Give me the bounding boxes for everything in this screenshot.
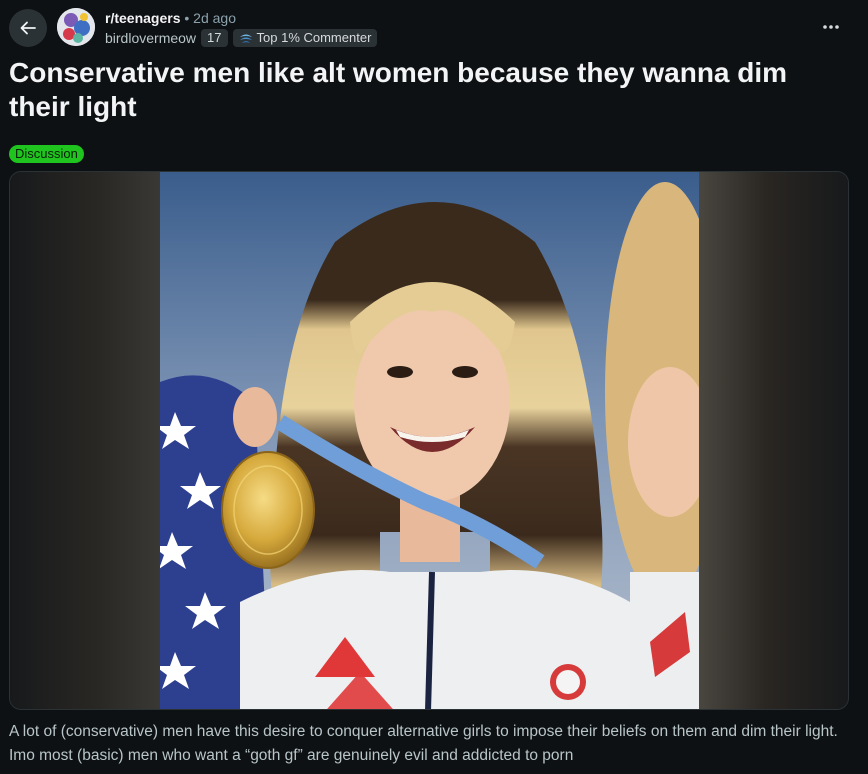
subreddit-link[interactable]: r/teenagers <box>105 10 180 26</box>
post-time: 2d ago <box>193 10 236 26</box>
user-flair-label: Top 1% Commenter <box>256 30 372 45</box>
meta-separator: • <box>184 10 190 26</box>
post-image-container[interactable] <box>9 171 849 710</box>
more-options-button[interactable] <box>816 14 846 40</box>
post-image[interactable] <box>160 172 699 709</box>
post-meta-top: r/teenagers • 2d ago <box>105 9 236 27</box>
back-button[interactable] <box>9 9 47 47</box>
post-header: r/teenagers • 2d ago birdlovermeow 17 To… <box>0 0 868 52</box>
commenter-badge-icon <box>239 32 253 44</box>
arrow-left-icon <box>20 21 36 35</box>
subreddit-avatar[interactable] <box>57 8 95 46</box>
more-horizontal-icon <box>823 25 839 29</box>
user-flair-badge: Top 1% Commenter <box>232 29 378 47</box>
image-blur-backdrop-left <box>10 172 160 709</box>
post-meta-author: birdlovermeow 17 Top 1% Commenter <box>105 28 378 48</box>
karma-badge: 17 <box>201 29 228 47</box>
author-username[interactable]: birdlovermeow <box>105 28 196 48</box>
post-flair-tag[interactable]: Discussion <box>9 145 84 163</box>
post-title[interactable]: Conservative men like alt women because … <box>9 56 849 124</box>
image-blur-backdrop-right <box>698 172 848 709</box>
post-body-text: A lot of (conservative) men have this de… <box>9 723 838 764</box>
